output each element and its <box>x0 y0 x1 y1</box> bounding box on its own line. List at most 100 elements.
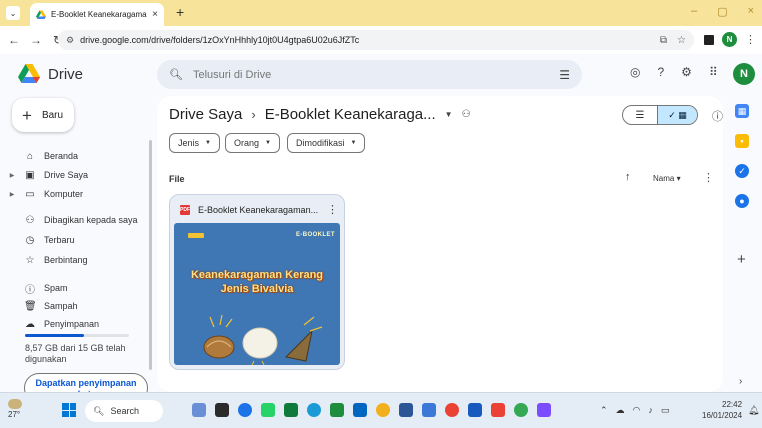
bookmark-star-icon[interactable]: ☆ <box>677 35 686 46</box>
drive-logo-icon[interactable] <box>18 64 40 84</box>
sidebar-item-spam[interactable]: ⓘ Spam <box>8 280 68 296</box>
search-options-icon[interactable]: ☰ <box>559 68 570 82</box>
sort-more-options-icon[interactable]: ⋮ <box>703 171 714 184</box>
taskbar-app-icon[interactable] <box>215 403 229 417</box>
drive-app-name[interactable]: Drive <box>48 66 83 83</box>
close-window-button[interactable]: × <box>748 5 754 18</box>
offline-status-icon[interactable]: ◎ <box>630 65 640 79</box>
back-button[interactable]: ← <box>6 33 22 47</box>
forward-button[interactable]: → <box>28 33 44 47</box>
breadcrumb-current-folder[interactable]: E-Booklet Keanekaraga... <box>265 106 436 123</box>
sidebar-item-penyimpanan[interactable]: ☁ Penyimpanan <box>8 316 99 332</box>
settings-gear-icon[interactable]: ⚙ <box>681 65 692 79</box>
help-icon[interactable]: ? <box>657 65 664 79</box>
chevron-down-icon: ▼ <box>265 140 271 146</box>
maximize-button[interactable]: ▢ <box>717 5 727 18</box>
filter-dimodifikasi-chip[interactable]: Dimodifikasi ▼ <box>287 133 366 153</box>
tab-close-icon[interactable]: × <box>152 9 158 20</box>
sidebar-scrollbar[interactable] <box>149 140 152 370</box>
taskbar-app-icon[interactable] <box>537 403 551 417</box>
browser-menu-icon[interactable]: ⋮ <box>745 33 756 46</box>
taskbar-app-icon[interactable] <box>284 403 298 417</box>
file-name[interactable]: E-Booklet Keanekaragaman... <box>198 205 319 215</box>
file-thumbnail[interactable]: E-BOOKLET Keanekaragaman Kerang Jenis Bi… <box>174 223 340 365</box>
taskbar-app-icon[interactable] <box>422 403 436 417</box>
taskbar-app-icon[interactable] <box>399 403 413 417</box>
plus-icon: + <box>22 105 32 125</box>
list-view-icon[interactable]: ☰ <box>623 106 658 124</box>
minimize-button[interactable]: – <box>691 5 697 18</box>
tab-search-icon[interactable]: ⌄ <box>6 6 20 20</box>
search-icon[interactable]: 🔍︎ <box>169 68 183 81</box>
taskbar-app-icon[interactable] <box>192 403 206 417</box>
taskbar-app-icon[interactable] <box>491 403 505 417</box>
sidebar-item-sampah[interactable]: 🗑 Sampah <box>8 298 78 314</box>
sidebar-item-terbaru[interactable]: ◷ Terbaru <box>8 232 75 248</box>
contacts-icon[interactable]: ● <box>735 194 749 208</box>
clock-icon: ◷ <box>25 234 35 246</box>
url-text[interactable]: drive.google.com/drive/folders/1zOxYnHhh… <box>80 35 654 45</box>
browser-tab[interactable]: E-Booklet Keanekaragaman Ker × <box>30 3 164 26</box>
file-more-actions-icon[interactable]: ⋮ <box>327 203 338 216</box>
expand-caret-icon[interactable]: ▶ <box>8 172 16 179</box>
sidebar-item-drive-saya[interactable]: ▶ ▣ Drive Saya <box>8 167 88 183</box>
address-bar[interactable]: ⚙ drive.google.com/drive/folders/1zOxYnH… <box>58 30 694 50</box>
sidebar-item-beranda[interactable]: ⌂ Beranda <box>8 148 78 164</box>
side-panel-icon[interactable] <box>704 34 714 45</box>
site-info-icon[interactable]: ⚙ <box>66 35 74 46</box>
taskbar-app-icon[interactable] <box>307 403 321 417</box>
taskbar-app-icon[interactable] <box>468 403 482 417</box>
taskbar-app-icon[interactable] <box>353 403 367 417</box>
filter-orang-chip[interactable]: Orang ▼ <box>225 133 280 153</box>
taskbar-app-icon[interactable] <box>330 403 344 417</box>
sidebar-item-komputer[interactable]: ▶ ▭ Komputer <box>8 186 83 202</box>
tray-overflow-chevron-icon[interactable]: ⌃ <box>600 405 608 416</box>
sidebar-item-label: Berbintang <box>44 255 88 265</box>
filter-jenis-chip[interactable]: Jenis ▼ <box>169 133 220 153</box>
notifications-bell-icon[interactable]: 🔔︎ <box>748 405 759 416</box>
wifi-icon[interactable]: ◠ <box>633 405 641 416</box>
install-app-icon[interactable]: ⧉ <box>660 35 667 46</box>
account-avatar[interactable]: N <box>733 63 755 85</box>
shared-icon: ⚇ <box>25 214 35 226</box>
show-side-panel-chevron-icon[interactable]: › <box>739 376 742 387</box>
taskbar-search-box[interactable]: 🔍︎ Search <box>85 400 163 422</box>
browser-profile-avatar[interactable]: N <box>722 32 737 47</box>
volume-icon[interactable]: ♪ <box>648 405 653 416</box>
windows-start-icon[interactable] <box>62 403 76 417</box>
chevron-down-icon: ▼ <box>350 140 357 146</box>
sidebar-item-berbintang[interactable]: ☆ Berbintang <box>8 252 88 268</box>
clock-date: 16/01/2024 <box>702 411 743 420</box>
spam-icon: ⓘ <box>25 284 35 296</box>
battery-icon[interactable]: ▭ <box>661 405 670 416</box>
new-tab-button[interactable]: + <box>176 4 184 20</box>
search-input[interactable] <box>192 68 550 81</box>
file-card[interactable]: PDF E-Booklet Keanekaragaman... ⋮ E-BOOK… <box>169 194 345 370</box>
details-info-icon[interactable]: ⓘ <box>712 108 723 124</box>
taskbar-app-icon[interactable] <box>445 403 459 417</box>
onedrive-cloud-icon[interactable]: ☁ <box>616 405 625 416</box>
tasks-icon[interactable]: ✓ <box>735 164 749 178</box>
apps-grid-icon[interactable]: ⠿ <box>709 65 718 79</box>
taskbar-app-icon[interactable] <box>238 403 252 417</box>
taskbar-app-icon[interactable] <box>514 403 528 417</box>
shared-folder-people-icon[interactable]: ⚇ <box>462 109 471 120</box>
sort-direction-arrow-icon[interactable]: ↑ <box>625 171 631 183</box>
search-bar[interactable]: 🔍︎ ☰ <box>157 60 582 89</box>
keep-icon[interactable]: ▪ <box>735 134 749 148</box>
weather-widget[interactable]: 27° <box>8 399 22 419</box>
folder-menu-chevron-down-icon[interactable]: ▼ <box>445 110 453 119</box>
get-add-ons-plus-icon[interactable]: + <box>737 251 746 268</box>
calendar-icon[interactable]: ▦ <box>735 104 749 118</box>
side-panel-rail: ▦ ▪ ✓ ● + › <box>723 96 762 392</box>
sidebar-item-label: Drive Saya <box>44 170 89 180</box>
taskbar-clock[interactable]: 22:42 16/01/2024 <box>702 399 742 421</box>
new-button[interactable]: + Baru <box>12 98 74 132</box>
taskbar-app-icon[interactable] <box>376 403 390 417</box>
sort-by-name-button[interactable]: Nama ▾ <box>653 174 681 183</box>
taskbar-app-icon[interactable] <box>261 403 275 417</box>
breadcrumb-my-drive[interactable]: Drive Saya <box>169 106 242 123</box>
sidebar-item-dibagikan-kepada-saya[interactable]: ⚇ Dibagikan kepada saya <box>8 212 138 228</box>
grid-view-icon[interactable]: ✓ ▦ <box>658 106 697 124</box>
expand-caret-icon[interactable]: ▶ <box>8 191 16 198</box>
